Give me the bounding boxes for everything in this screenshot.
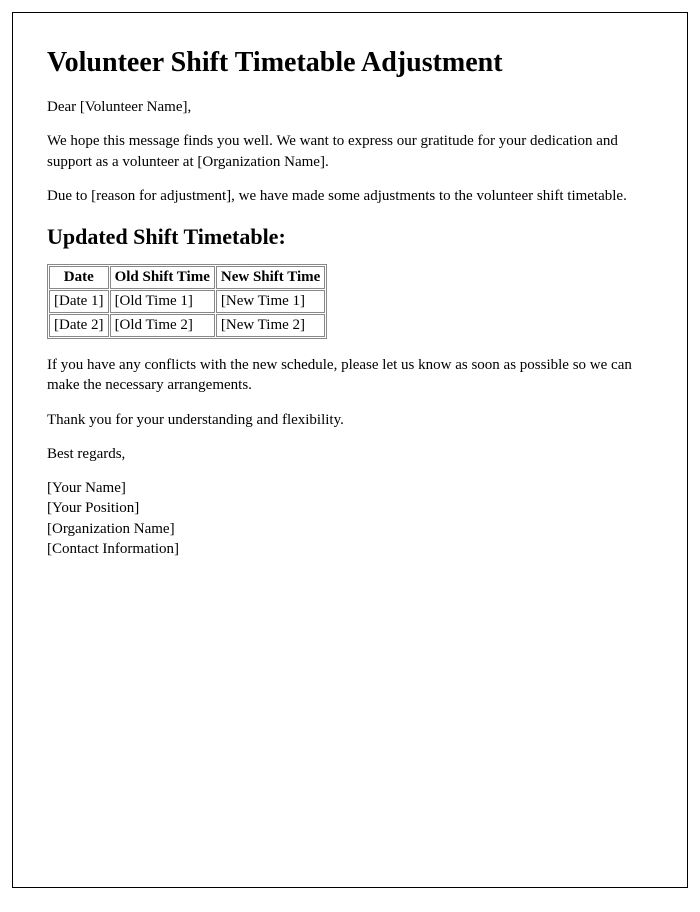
cell-date: [Date 2] (49, 314, 109, 337)
closing-line: Best regards, (47, 444, 653, 464)
subheading-updated-timetable: Updated Shift Timetable: (47, 224, 653, 250)
cell-old-time: [Old Time 2] (110, 314, 215, 337)
table-row: [Date 1] [Old Time 1] [New Time 1] (49, 290, 325, 313)
cell-new-time: [New Time 2] (216, 314, 325, 337)
col-header-old-shift: Old Shift Time (110, 266, 215, 289)
signature-organization: [Organization Name] (47, 519, 653, 539)
cell-new-time: [New Time 1] (216, 290, 325, 313)
greeting-line: Dear [Volunteer Name], (47, 97, 653, 117)
signature-name: [Your Name] (47, 478, 653, 498)
page-title: Volunteer Shift Timetable Adjustment (47, 47, 653, 79)
table-header-row: Date Old Shift Time New Shift Time (49, 266, 325, 289)
signature-contact: [Contact Information] (47, 539, 653, 559)
signature-block: [Your Name] [Your Position] [Organizatio… (47, 478, 653, 559)
cell-old-time: [Old Time 1] (110, 290, 215, 313)
intro-paragraph: We hope this message finds you well. We … (47, 131, 653, 172)
thanks-paragraph: Thank you for your understanding and fle… (47, 410, 653, 430)
shift-timetable: Date Old Shift Time New Shift Time [Date… (47, 264, 327, 339)
table-row: [Date 2] [Old Time 2] [New Time 2] (49, 314, 325, 337)
conflict-paragraph: If you have any conflicts with the new s… (47, 355, 653, 396)
col-header-date: Date (49, 266, 109, 289)
cell-date: [Date 1] (49, 290, 109, 313)
document-page: Volunteer Shift Timetable Adjustment Dea… (12, 12, 688, 888)
reason-paragraph: Due to [reason for adjustment], we have … (47, 186, 653, 206)
signature-position: [Your Position] (47, 498, 653, 518)
col-header-new-shift: New Shift Time (216, 266, 325, 289)
